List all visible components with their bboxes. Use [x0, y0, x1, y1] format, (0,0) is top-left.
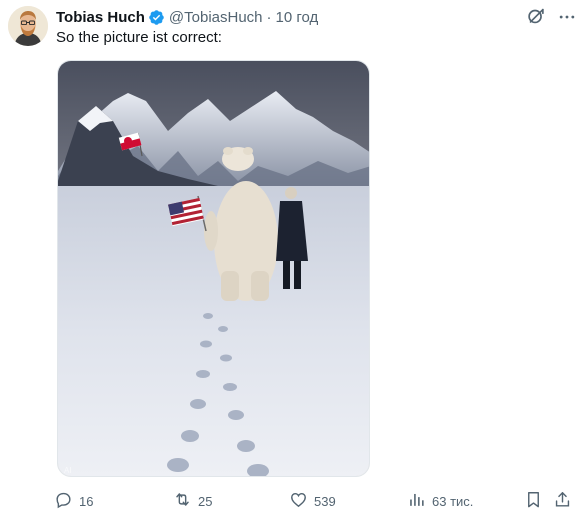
post-image[interactable]: AI	[57, 60, 370, 477]
like-count: 539	[314, 493, 336, 509]
views-count: 63 тис.	[432, 493, 474, 509]
verified-badge-icon[interactable]	[148, 9, 165, 26]
separator-dot: ·	[266, 8, 272, 26]
avatar[interactable]	[8, 6, 48, 46]
bookmark-button[interactable]	[524, 488, 543, 514]
views-icon	[407, 490, 426, 512]
post-timestamp[interactable]: 10 год	[276, 9, 319, 26]
action-bar: 16 25 539 63 тис.	[0, 488, 586, 514]
reply-button[interactable]: 16	[54, 488, 93, 514]
author-handle[interactable]: @TobiasHuch	[169, 9, 263, 26]
polar-bear-photo: AI	[58, 61, 369, 476]
avatar-illustration	[8, 6, 48, 46]
author-name[interactable]: Tobias Huch	[56, 9, 145, 26]
share-icon	[553, 490, 572, 512]
heart-icon	[289, 490, 308, 512]
reply-count: 16	[79, 493, 94, 509]
retweet-button[interactable]: 25	[173, 488, 212, 514]
like-button[interactable]: 539	[289, 488, 336, 514]
retweet-count: 25	[198, 493, 213, 509]
reply-icon	[54, 490, 73, 512]
views-button[interactable]: 63 тис.	[407, 488, 473, 514]
retweet-icon	[173, 490, 192, 512]
post-header: Tobias Huch @TobiasHuch · 10 год	[56, 6, 318, 28]
share-button[interactable]	[553, 488, 572, 514]
post-text: So the picture ist correct:	[56, 29, 222, 46]
more-options-icon[interactable]	[556, 6, 578, 28]
tweet: Tobias Huch @TobiasHuch · 10 год So the …	[0, 0, 586, 514]
grok-icon[interactable]	[525, 5, 547, 27]
bookmark-icon	[524, 490, 543, 512]
image-watermark: AI	[64, 466, 72, 475]
